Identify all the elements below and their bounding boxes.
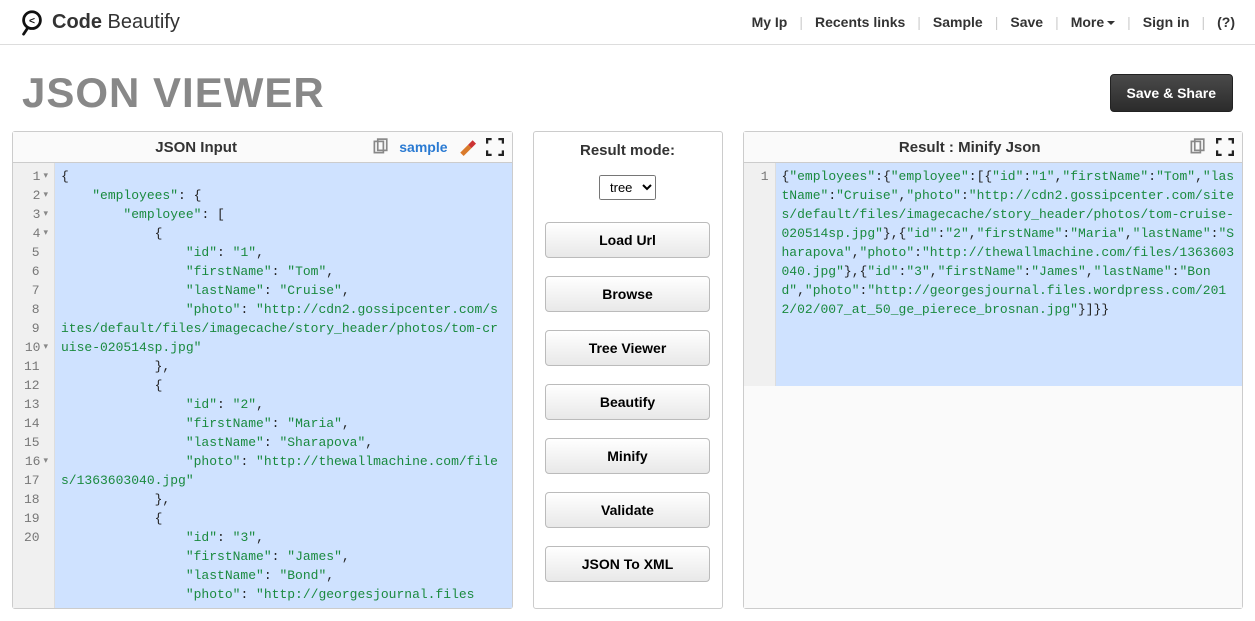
nav-sample[interactable]: Sample bbox=[931, 14, 985, 30]
brand-logo-icon: < bbox=[18, 8, 46, 36]
copy-icon[interactable] bbox=[371, 138, 389, 156]
result-panel-title: Result : Minify Json bbox=[752, 139, 1189, 156]
result-gutter: 1 bbox=[744, 163, 776, 386]
input-panel-header: JSON Input sample bbox=[13, 132, 512, 163]
fullscreen-icon[interactable] bbox=[486, 138, 504, 156]
save-share-button[interactable]: Save & Share bbox=[1110, 74, 1234, 112]
input-editor[interactable]: 1▾2▾3▾4▾5 6 7 8 9 10▾11 12 13 14 15 16▾1… bbox=[13, 163, 512, 608]
input-gutter: 1▾2▾3▾4▾5 6 7 8 9 10▾11 12 13 14 15 16▾1… bbox=[13, 163, 55, 608]
result-mode-label: Result mode: bbox=[580, 142, 675, 159]
header-row: JSON VIEWER Save & Share bbox=[0, 45, 1255, 131]
controls-panel: Result mode: tree Load Url Browse Tree Vie… bbox=[533, 131, 723, 609]
fullscreen-result-icon[interactable] bbox=[1216, 138, 1234, 156]
input-panel: JSON Input sample 1▾2▾3▾4▾5 6 7 8 9 10▾1… bbox=[12, 131, 513, 609]
result-code[interactable]: {"employees":{"employee":[{"id":"1","fir… bbox=[776, 163, 1243, 386]
nav-signin[interactable]: Sign in bbox=[1141, 14, 1192, 30]
clear-icon[interactable] bbox=[458, 138, 476, 156]
result-panel-header: Result : Minify Json bbox=[744, 132, 1243, 163]
nav-save[interactable]: Save bbox=[1008, 14, 1045, 30]
topbar: < Code Beautify My Ip| Recents links| Sa… bbox=[0, 0, 1255, 45]
page-title: JSON VIEWER bbox=[22, 69, 325, 117]
action-validate[interactable]: Validate bbox=[545, 492, 710, 528]
action-json-to-xml[interactable]: JSON To XML bbox=[545, 546, 710, 582]
input-code[interactable]: { "employees": { "employee": [ { "id": "… bbox=[55, 163, 512, 608]
action-load-url[interactable]: Load Url bbox=[545, 222, 710, 258]
result-editor[interactable]: 1 {"employees":{"employee":[{"id":"1","f… bbox=[744, 163, 1243, 386]
nav-help[interactable]: (?) bbox=[1215, 14, 1237, 30]
brand-text: Code Beautify bbox=[52, 11, 180, 34]
action-tree-viewer[interactable]: Tree Viewer bbox=[545, 330, 710, 366]
nav-more[interactable]: More bbox=[1069, 14, 1117, 30]
workspace: JSON Input sample 1▾2▾3▾4▾5 6 7 8 9 10▾1… bbox=[0, 131, 1255, 621]
sample-link[interactable]: sample bbox=[399, 139, 447, 155]
top-nav: My Ip| Recents links| Sample| Save| More… bbox=[750, 14, 1237, 30]
input-panel-title: JSON Input bbox=[21, 139, 371, 156]
nav-recents[interactable]: Recents links bbox=[813, 14, 907, 30]
result-panel: Result : Minify Json 1 {"employees":{"em… bbox=[743, 131, 1244, 609]
action-beautify[interactable]: Beautify bbox=[545, 384, 710, 420]
action-browse[interactable]: Browse bbox=[545, 276, 710, 312]
nav-myip[interactable]: My Ip bbox=[750, 14, 790, 30]
result-mode-select[interactable]: tree bbox=[599, 175, 656, 200]
copy-result-icon[interactable] bbox=[1188, 138, 1206, 156]
action-minify[interactable]: Minify bbox=[545, 438, 710, 474]
svg-text:<: < bbox=[29, 16, 35, 27]
brand[interactable]: < Code Beautify bbox=[18, 8, 180, 36]
